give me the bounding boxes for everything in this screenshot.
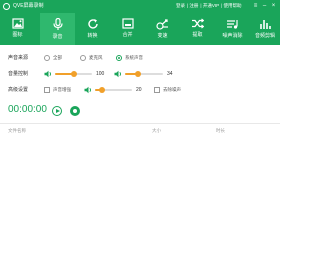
nav-item-image[interactable]: 图标: [0, 13, 35, 45]
vip-link[interactable]: 开通VIP: [203, 3, 219, 8]
mic-volume-value: 34: [167, 71, 173, 77]
enhance-thumb[interactable]: [99, 87, 106, 93]
system-volume-slider[interactable]: [55, 71, 92, 77]
equalizer-icon: [260, 20, 271, 29]
register-link[interactable]: 注册: [189, 3, 198, 8]
title-bar: QVE屏幕录制 登录 | 注册 | 开通VIP | 使用帮助 ≡ – ×: [0, 0, 280, 13]
nav-item-audio-edit[interactable]: 音频剪辑: [250, 13, 280, 45]
nav-label: 图标: [12, 32, 23, 38]
mic-volume-slider[interactable]: [125, 71, 163, 77]
speaker-icon: [84, 86, 91, 94]
enhance-checkbox[interactable]: [44, 87, 50, 93]
source-label: 声音来源: [8, 55, 29, 61]
radio-system-sound-label: 系统声音: [125, 55, 143, 60]
radio-system-sound[interactable]: [116, 55, 122, 61]
column-header-size: 大小: [152, 128, 161, 133]
play-button[interactable]: [52, 106, 62, 116]
nav-item-convert[interactable]: 转换: [75, 13, 110, 45]
microphone-icon: [52, 18, 63, 30]
nav-label: 录音: [52, 34, 63, 40]
speed-icon: [156, 19, 168, 30]
source-row: 声音来源 全部 麦克风 系统声音: [0, 52, 280, 64]
minimize-icon[interactable]: –: [261, 2, 268, 10]
divider: [0, 123, 280, 124]
nav-item-record[interactable]: 录音: [40, 13, 75, 45]
radio-microphone[interactable]: [80, 55, 86, 61]
close-icon[interactable]: ×: [270, 2, 277, 10]
volume-row: 音量控制 100 34: [0, 68, 280, 80]
menu-icon[interactable]: ≡: [252, 2, 259, 10]
record-button[interactable]: [70, 106, 80, 116]
speaker-icon: [44, 70, 51, 78]
record-timer: 00:00:00: [8, 104, 47, 115]
login-link[interactable]: 登录: [176, 3, 185, 8]
mic-volume-thumb[interactable]: [134, 71, 141, 77]
system-volume-thumb[interactable]: [70, 71, 77, 77]
system-volume-value: 100: [96, 71, 105, 77]
merge-icon: [121, 18, 134, 29]
enhance-label: 声音增强: [53, 87, 71, 92]
advanced-row: 高级设置 声音增强 20 去除噪声: [0, 84, 280, 96]
header: QVE屏幕录制 登录 | 注册 | 开通VIP | 使用帮助 ≡ – × 图标 录音 …: [0, 0, 280, 45]
enhance-value: 20: [136, 87, 142, 93]
nav-item-merge[interactable]: 合并: [110, 13, 145, 45]
nav-label: 合并: [122, 32, 133, 38]
nav-label: 音频剪辑: [254, 33, 275, 39]
nav-label: 变速: [157, 33, 168, 39]
advanced-label: 高级设置: [8, 87, 29, 93]
radio-all-label: 全部: [53, 55, 62, 60]
image-icon: [11, 18, 24, 29]
nav-label: 转换: [87, 33, 98, 39]
help-link[interactable]: 使用帮助: [224, 3, 242, 8]
column-header-name: 文件名称: [8, 128, 26, 133]
refresh-icon: [87, 19, 98, 29]
radio-all[interactable]: [44, 55, 50, 61]
audio-wave-icon: [227, 20, 238, 29]
app-logo-icon: [3, 3, 10, 10]
column-header-duration: 时长: [216, 128, 225, 133]
main-nav: 图标 录音 转换 合并 变速 提取 噪声消除 音频剪辑: [0, 13, 280, 45]
nav-item-extract[interactable]: 提取: [180, 13, 215, 45]
enhance-slider[interactable]: [95, 87, 132, 93]
radio-microphone-label: 麦克风: [89, 55, 103, 60]
microphone-small-icon: [114, 70, 121, 78]
volume-label: 音量控制: [8, 71, 29, 77]
denoise-checkbox[interactable]: [154, 87, 160, 93]
nav-item-speed[interactable]: 变速: [145, 13, 180, 45]
denoise-label: 去除噪声: [163, 87, 181, 92]
nav-label: 噪声消除: [222, 33, 243, 39]
nav-label: 提取: [192, 32, 203, 38]
app-title: QVE屏幕录制: [13, 3, 44, 9]
nav-item-denoise[interactable]: 噪声消除: [215, 13, 250, 45]
top-links: 登录 | 注册 | 开通VIP | 使用帮助: [176, 3, 242, 8]
shuffle-icon: [192, 18, 204, 29]
